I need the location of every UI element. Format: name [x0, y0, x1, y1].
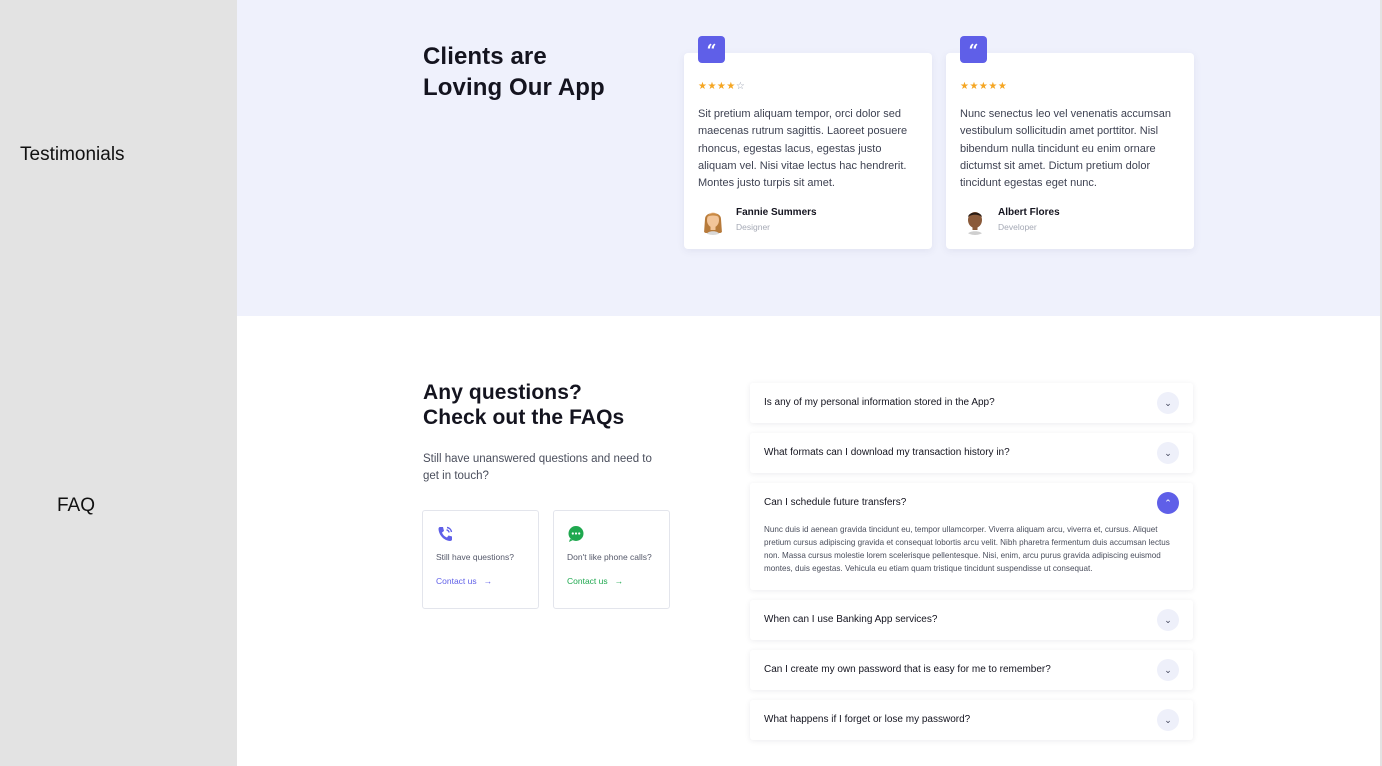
testimonial-author: Albert Flores Developer [960, 205, 1060, 235]
chevron-down-icon[interactable]: ⌄ [1157, 442, 1179, 464]
chat-contact-card: Don't like phone calls? Contact us → [553, 510, 670, 609]
contact-us-link[interactable]: Contact us → [436, 576, 492, 586]
testimonial-card: “ ★★★★☆ Sit pretium aliquam tempor, orci… [684, 36, 932, 249]
testimonial-card: “ ★★★★★ Nunc senectus leo vel venenatis … [946, 36, 1194, 249]
chevron-down-icon[interactable]: ⌄ [1157, 392, 1179, 414]
faq-item[interactable]: Is any of my personal information stored… [750, 383, 1193, 423]
testimonial-author: Fannie Summers Designer [698, 205, 817, 235]
faq-question: What happens if I forget or lose my pass… [764, 714, 971, 725]
contact-us-link[interactable]: Contact us → [567, 576, 623, 586]
testimonial-text: Sit pretium aliquam tempor, orci dolor s… [698, 108, 908, 190]
star-rating: ★★★★★ [960, 81, 1008, 92]
author-role: Developer [998, 222, 1037, 232]
phone-icon [436, 525, 454, 543]
quote-icon: “ [698, 36, 725, 63]
faq-question: Can I schedule future transfers? [764, 497, 907, 508]
testimonials-section-label: Testimonials [20, 144, 125, 165]
faq-subtitle: Still have unanswered questions and need… [423, 453, 652, 483]
chevron-up-icon[interactable]: ⌃ [1157, 492, 1179, 514]
chat-icon [567, 525, 585, 543]
testimonials-title: Clients are Loving Our App [423, 43, 605, 101]
contact-question: Still have questions? [436, 552, 514, 562]
star-rating: ★★★★☆ [698, 81, 746, 92]
faq-item[interactable]: When can I use Banking App services? ⌄ [750, 600, 1193, 640]
contact-question: Don't like phone calls? [567, 552, 652, 562]
author-name: Albert Flores [998, 207, 1060, 218]
arrow-right-icon: → [614, 576, 624, 586]
arrow-right-icon: → [483, 576, 493, 586]
faq-question: Is any of my personal information stored… [764, 397, 995, 408]
chevron-down-icon[interactable]: ⌄ [1157, 659, 1179, 681]
faq-title: Any questions? Check out the FAQs [423, 381, 625, 429]
author-role: Designer [736, 222, 771, 232]
faq-item-expanded[interactable]: Can I schedule future transfers? ⌃ Nunc … [750, 483, 1193, 590]
faq-item[interactable]: What formats can I download my transacti… [750, 433, 1193, 473]
quote-icon: “ [960, 36, 987, 63]
testimonial-text: Nunc senectus leo vel venenatis accumsan… [960, 108, 1171, 190]
phone-contact-card: Still have questions? Contact us → [422, 510, 539, 609]
female-avatar-icon [698, 205, 728, 235]
faq-question: When can I use Banking App services? [764, 614, 938, 625]
faq-question: What formats can I download my transacti… [764, 447, 1010, 458]
faq-item[interactable]: Can I create my own password that is eas… [750, 650, 1193, 690]
section-label-sidebar: Testimonials FAQ [0, 0, 237, 766]
faq-question: Can I create my own password that is eas… [764, 664, 1051, 675]
faq-item[interactable]: What happens if I forget or lose my pass… [750, 700, 1193, 740]
male-avatar-icon [960, 205, 990, 235]
author-name: Fannie Summers [736, 207, 817, 218]
chevron-down-icon[interactable]: ⌄ [1157, 709, 1179, 731]
chevron-down-icon[interactable]: ⌄ [1157, 609, 1179, 631]
faq-answer: Nunc duis id aenean gravida tincidunt eu… [764, 525, 1170, 573]
